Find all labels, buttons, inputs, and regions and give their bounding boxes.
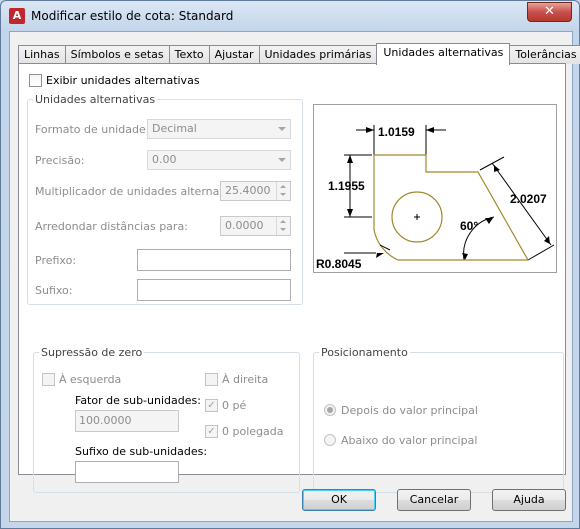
sub-units-suffix-input[interactable] — [75, 461, 179, 483]
precision-select[interactable]: 0.00 — [147, 150, 291, 170]
round-distances-value: 0.0000 — [225, 219, 264, 232]
ok-button[interactable]: OK — [302, 489, 376, 511]
arrow-up-icon — [280, 185, 286, 188]
dimension-preview: 1.0159 1.1955 2.0207 60° R0.8045 — [313, 104, 557, 273]
sub-units-factor-label: Fator de sub-unidades: — [75, 394, 201, 407]
multiplier-spinner[interactable]: 25.4000 — [220, 181, 291, 201]
spinner-buttons[interactable] — [276, 182, 290, 200]
dim-right-text: 2.0207 — [510, 192, 547, 206]
placement-group-label: Posicionamento — [319, 346, 410, 359]
spinner-buttons[interactable] — [276, 217, 290, 235]
after-primary-radio[interactable] — [324, 404, 336, 416]
prefix-input[interactable] — [137, 249, 291, 271]
radius-text: R0.8045 — [316, 257, 362, 271]
zero-feet-label: 0 pé — [222, 399, 247, 412]
preview-drawing: 1.0159 1.1955 2.0207 60° R0.8045 — [316, 125, 555, 271]
below-primary-label: Abaixo do valor principal — [341, 434, 478, 447]
chevron-down-icon — [278, 158, 286, 162]
chevron-down-icon — [278, 127, 286, 131]
tab-panel-alternate-units: Exibir unidades alternativas Unidades al… — [18, 63, 566, 493]
tab-tolerancias[interactable]: Tolerâncias — [509, 45, 580, 64]
precision-label: Precisão: — [35, 154, 85, 167]
zero-feet-checkbox[interactable]: ✓ — [205, 399, 218, 412]
dialog-client: Linhas Símbolos e setas Texto Ajustar Unidad… — [9, 31, 580, 522]
dialog-window: A Modificar estilo de cota: Standard ✕ L… — [0, 0, 580, 529]
suffix-label: Sufixo: — [35, 284, 73, 297]
preview-part-outline — [373, 154, 530, 261]
tab-strip: Linhas Símbolos e setas Texto Ajustar Unidad… — [18, 43, 580, 65]
below-primary-radio[interactable] — [324, 434, 336, 446]
after-primary-label: Depois do valor principal — [341, 404, 478, 417]
round-distances-spinner[interactable]: 0.0000 — [220, 216, 291, 236]
unit-format-value: Decimal — [152, 122, 197, 135]
unit-format-select[interactable]: Decimal — [147, 119, 291, 139]
help-button[interactable]: Ajuda — [492, 489, 566, 511]
tab-linhas[interactable]: Linhas — [18, 45, 66, 64]
display-alt-units-checkbox[interactable] — [29, 74, 42, 87]
multiplier-value: 25.4000 — [225, 184, 271, 197]
suffix-input[interactable] — [137, 279, 291, 301]
autocad-app-icon[interactable]: A — [9, 8, 25, 24]
unit-format-label: Formato de unidade: — [35, 123, 150, 136]
sub-units-suffix-label: Sufixo de sub-unidades: — [75, 445, 208, 458]
zero-inches-label: 0 polegada — [222, 425, 284, 438]
tab-unidades-primarias[interactable]: Unidades primárias — [258, 45, 378, 64]
multiplier-label: Multiplicador de unidades alternativas: — [35, 185, 250, 198]
dim-left-text: 1.1955 — [328, 179, 365, 193]
close-button[interactable]: ✕ — [527, 2, 572, 22]
dim-top-text: 1.0159 — [378, 125, 415, 139]
tab-simbolos-e-setas[interactable]: Símbolos e setas — [64, 45, 170, 64]
arrow-down-icon — [280, 228, 286, 231]
arrow-down-icon — [280, 193, 286, 196]
angle-text: 60° — [460, 219, 478, 233]
arrow-up-icon — [280, 220, 286, 223]
window-title: Modificar estilo de cota: Standard — [31, 9, 234, 23]
cancel-button[interactable]: Cancelar — [397, 489, 471, 511]
leading-zero-checkbox[interactable] — [42, 373, 55, 386]
precision-value: 0.00 — [152, 153, 177, 166]
trailing-zero-label: À direita — [222, 373, 269, 386]
placement-group — [313, 352, 564, 493]
trailing-zero-checkbox[interactable] — [205, 373, 218, 386]
tab-ajustar[interactable]: Ajustar — [208, 45, 260, 64]
prefix-label: Prefixo: — [35, 254, 77, 267]
zero-inches-checkbox[interactable]: ✓ — [205, 425, 218, 438]
leading-zero-label: À esquerda — [59, 373, 122, 386]
sub-units-factor-input[interactable]: 100.0000 — [75, 410, 179, 432]
tab-texto[interactable]: Texto — [168, 45, 210, 64]
round-distances-label: Arredondar distâncias para: — [35, 220, 188, 233]
tab-unidades-alternativas[interactable]: Unidades alternativas — [376, 43, 511, 65]
zero-suppression-group-label: Supressão de zero — [39, 346, 145, 359]
display-alt-units-label: Exibir unidades alternativas — [46, 74, 200, 87]
title-bar[interactable]: A Modificar estilo de cota: Standard ✕ — [1, 1, 579, 31]
alt-units-group-label: Unidades alternativas — [33, 93, 158, 106]
